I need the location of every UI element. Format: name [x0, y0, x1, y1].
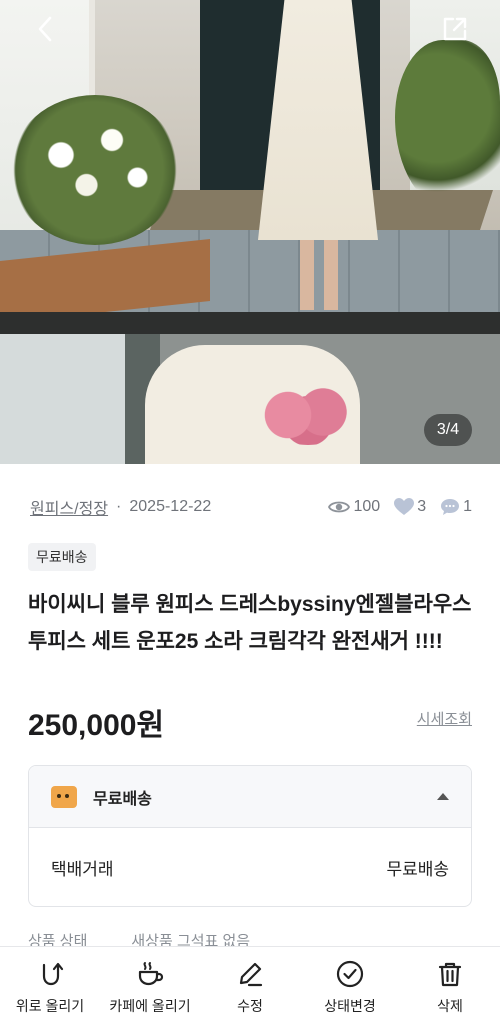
- back-button[interactable]: [28, 12, 62, 46]
- edit-button[interactable]: 수정: [200, 947, 300, 1024]
- post-to-cafe-label: 카페에 올리기: [109, 998, 191, 1014]
- photo-legs: [300, 240, 340, 310]
- bottom-action-bar: 위로 올리기 카페에 올리기 수정 상태변경 삭제: [0, 946, 500, 1024]
- check-circle-icon: [336, 960, 364, 988]
- chats-count: 1: [463, 498, 472, 515]
- separator-dot: ·: [116, 498, 122, 515]
- delete-label: 삭제: [437, 998, 463, 1014]
- bump-up-icon: [42, 962, 64, 986]
- change-status-button[interactable]: 상태변경: [300, 947, 400, 1024]
- shipping-header-label: 무료배송: [93, 790, 152, 808]
- likes-count: 3: [417, 498, 427, 515]
- chevron-left-icon: [38, 16, 52, 42]
- shipping-method-row: 택배거래 무료배송: [29, 828, 471, 906]
- delete-button[interactable]: 삭제: [400, 947, 500, 1024]
- eye-icon: [328, 501, 351, 513]
- post-date: 2025-12-22: [129, 498, 212, 515]
- product-photo[interactable]: 3/4: [0, 0, 500, 464]
- photo-flowers: [10, 95, 180, 245]
- shipping-method-label: 택배거래: [51, 859, 114, 879]
- change-status-label: 상태변경: [324, 998, 376, 1014]
- bump-up-button[interactable]: 위로 올리기: [0, 947, 100, 1024]
- price-check-link[interactable]: 시세조회: [417, 708, 472, 729]
- stats: 100 3 1: [328, 498, 472, 516]
- heart-icon: [394, 498, 415, 515]
- image-counter: 3/4: [424, 414, 472, 446]
- share-button[interactable]: [438, 12, 472, 46]
- shipping-header[interactable]: 무료배송: [29, 766, 471, 828]
- views-count: 100: [353, 498, 381, 515]
- product-title: 바이씨니 블루 원피스 드레스byssiny엔젤블라우스 투피스 세트 운포25…: [28, 593, 472, 653]
- likes-stat: 3: [394, 498, 426, 516]
- photo-divider: [0, 312, 500, 334]
- trash-icon: [438, 962, 462, 987]
- chat-bubble-icon: [441, 499, 460, 515]
- meta-row: 원피스/정장 · 2025-12-22 100 3 1: [30, 496, 472, 518]
- free-shipping-badge: 무료배송: [28, 543, 96, 571]
- cafe-cup-icon: [138, 962, 164, 986]
- external-link-icon: [443, 17, 467, 41]
- product-price: 250,000원: [28, 709, 165, 742]
- edit-label: 수정: [237, 998, 263, 1014]
- chats-stat: 1: [440, 498, 472, 516]
- views-stat: 100: [328, 498, 380, 516]
- delivery-box-icon: [51, 785, 77, 808]
- chevron-up-icon: [437, 793, 449, 800]
- bump-up-label: 위로 올리기: [15, 998, 85, 1014]
- photo-pink-flowers: [258, 385, 358, 445]
- category-link[interactable]: 원피스/정장: [30, 495, 108, 519]
- pencil-icon: [239, 962, 263, 987]
- shipping-method-value: 무료배송: [386, 859, 449, 879]
- post-to-cafe-button[interactable]: 카페에 올리기: [100, 947, 200, 1024]
- shipping-box: 무료배송 택배거래 무료배송: [28, 765, 472, 907]
